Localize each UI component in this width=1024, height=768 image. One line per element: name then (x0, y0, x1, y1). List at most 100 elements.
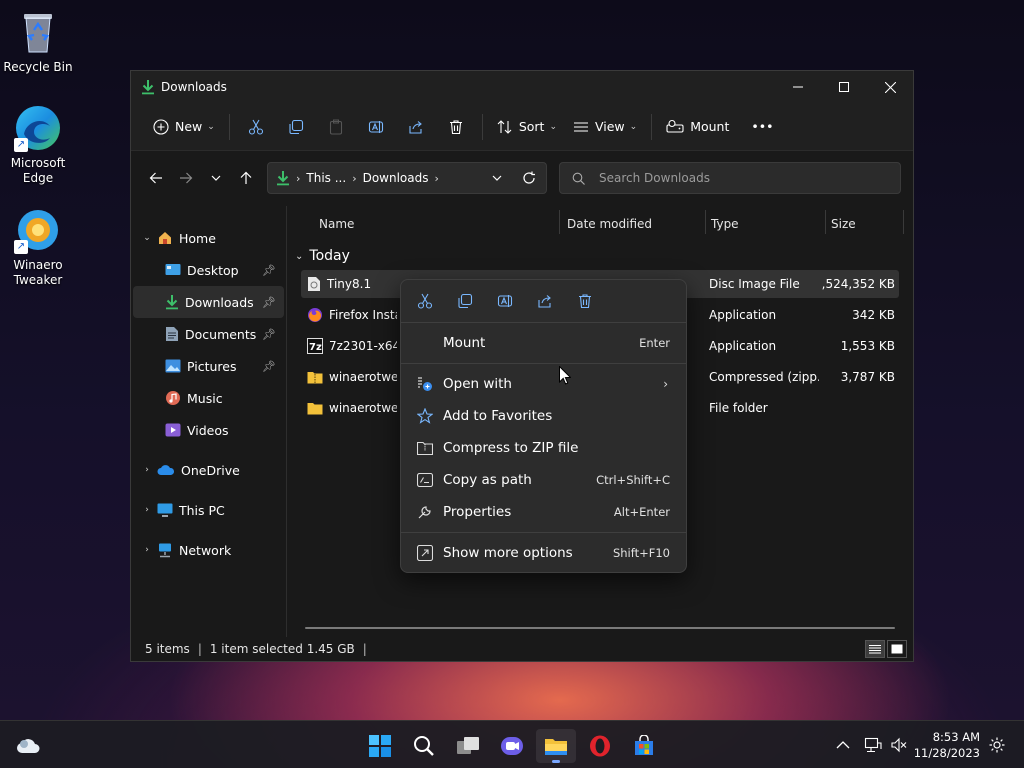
menu-item-add-to-favorites[interactable]: Add to Favorites (401, 400, 686, 432)
menu-item-label: Mount (443, 335, 486, 351)
wrench-icon (415, 504, 435, 520)
taskbar-start-button[interactable] (360, 729, 400, 763)
menu-item-show-more-options[interactable]: Show more options Shift+F10 (401, 537, 686, 569)
context-cut-button[interactable] (405, 285, 445, 317)
paste-icon (328, 119, 344, 135)
more-options-button[interactable]: ••• (743, 111, 781, 143)
share-button[interactable] (396, 111, 436, 143)
menu-item-compress-zip[interactable]: Compress to ZIP file (401, 432, 686, 464)
taskbar-clock[interactable]: 8:53 AM 11/28/2023 (914, 729, 980, 761)
tray-overflow-button[interactable] (836, 721, 850, 768)
disc-image-icon (307, 276, 321, 292)
context-copy-button[interactable] (445, 285, 485, 317)
menu-item-mount[interactable]: Mount Enter (401, 327, 686, 359)
sidebar-item-network[interactable]: › Network (133, 534, 284, 566)
sidebar-item-onedrive[interactable]: › OneDrive (133, 454, 284, 486)
context-rename-button[interactable] (485, 285, 525, 317)
back-button[interactable] (141, 163, 171, 193)
tray-notifications-button[interactable] (988, 721, 1006, 768)
sidebar-item-documents[interactable]: Documents 📌︎ (133, 318, 284, 350)
computer-icon (157, 503, 173, 518)
pin-icon[interactable]: 📌︎ (262, 328, 276, 341)
context-share-button[interactable] (525, 285, 565, 317)
menu-item-open-with[interactable]: Open with › (401, 368, 686, 400)
new-button[interactable]: New ⌄ (145, 111, 223, 143)
taskbar-widgets-button[interactable] (8, 729, 48, 763)
sidebar-item-label: Desktop (187, 262, 239, 278)
copy-icon (288, 119, 304, 135)
sidebar-item-home[interactable]: ⌄ Home (133, 222, 284, 254)
tray-volume-button[interactable] (890, 721, 908, 768)
desktop-icon-recycle-bin[interactable]: Recycle Bin (0, 8, 76, 75)
pin-icon[interactable]: 📌︎ (262, 360, 276, 373)
desktop-icon-label: Recycle Bin (3, 60, 73, 74)
minimize-button[interactable] (775, 71, 821, 103)
mount-button[interactable]: Mount (658, 111, 737, 143)
downloads-arrow-icon (276, 170, 290, 186)
sidebar-item-label: Downloads (185, 294, 254, 310)
column-header-size[interactable]: Size (831, 206, 856, 242)
tray-network-button[interactable] (864, 721, 882, 768)
taskbar-file-explorer-button[interactable] (536, 729, 576, 763)
menu-item-shortcut: Enter (639, 336, 670, 350)
breadcrumb-separator-icon: › (434, 171, 439, 185)
zip-folder-icon (307, 370, 323, 384)
forward-button[interactable] (171, 163, 201, 193)
copy-button[interactable] (276, 111, 316, 143)
sidebar-item-pictures[interactable]: Pictures 📌︎ (133, 350, 284, 382)
delete-button[interactable] (436, 111, 476, 143)
rename-button[interactable] (356, 111, 396, 143)
group-header-today[interactable]: ⌄ Today (287, 242, 913, 270)
recent-locations-button[interactable] (201, 163, 231, 193)
horizontal-scrollbar[interactable] (305, 627, 895, 629)
menu-item-properties[interactable]: Properties Alt+Enter (401, 496, 686, 528)
menu-item-copy-as-path[interactable]: Copy as path Ctrl+Shift+C (401, 464, 686, 496)
address-history-button[interactable] (482, 172, 512, 184)
taskbar-store-button[interactable] (624, 729, 664, 763)
sidebar-item-desktop[interactable]: Desktop 📌︎ (133, 254, 284, 286)
maximize-button[interactable] (821, 71, 867, 103)
menu-item-shortcut: Ctrl+Shift+C (596, 473, 670, 487)
details-view-button[interactable] (865, 640, 885, 658)
file-name: winaerotweaker (329, 401, 397, 415)
breadcrumb-separator-icon: › (352, 171, 357, 185)
view-button[interactable]: View ⌄ (565, 111, 645, 143)
context-delete-button[interactable] (565, 285, 605, 317)
pin-icon[interactable]: 📌︎ (262, 264, 276, 277)
sidebar-item-this-pc[interactable]: › This PC (133, 494, 284, 526)
desktop-icon-edge[interactable]: ↗ Microsoft Edge (0, 104, 76, 186)
pin-icon[interactable]: 📌︎ (262, 296, 276, 309)
volume-muted-icon (890, 737, 908, 753)
search-box[interactable]: Search Downloads (559, 162, 901, 194)
column-header-date[interactable]: Date modified (567, 206, 652, 242)
breadcrumb-downloads[interactable]: Downloads (363, 171, 429, 185)
taskbar-search-button[interactable] (404, 729, 444, 763)
close-button[interactable] (867, 71, 913, 103)
menu-item-shortcut: Alt+Enter (613, 505, 670, 519)
sidebar-item-music[interactable]: Music (133, 382, 284, 414)
column-header-name[interactable]: Name (319, 206, 354, 242)
taskbar-task-view-button[interactable] (448, 729, 488, 763)
chevron-right-icon: › (145, 465, 149, 475)
desktop-icon-winaero-tweaker[interactable]: ↗ Winaero Tweaker (0, 206, 76, 288)
cut-button[interactable] (236, 111, 276, 143)
refresh-button[interactable] (512, 171, 546, 185)
paste-button[interactable] (316, 111, 356, 143)
clock-time: 8:53 AM (932, 730, 980, 744)
taskbar-chat-button[interactable] (492, 729, 532, 763)
column-header-type[interactable]: Type (711, 206, 739, 242)
address-bar[interactable]: › This ... › Downloads › (267, 162, 547, 194)
up-button[interactable] (231, 163, 261, 193)
taskbar-opera-button[interactable] (580, 729, 620, 763)
sidebar-item-videos[interactable]: Videos (133, 414, 284, 446)
rename-icon (497, 293, 513, 309)
breadcrumb-this-pc[interactable]: This ... (306, 171, 346, 185)
tiles-view-button[interactable] (887, 640, 907, 658)
sidebar-item-downloads[interactable]: Downloads 📌︎ (133, 286, 284, 318)
minimize-icon (793, 82, 803, 92)
title-bar[interactable]: Downloads (131, 71, 913, 103)
sidebar-item-label: Network (179, 542, 232, 558)
sort-button[interactable]: Sort ⌄ (489, 111, 565, 143)
rename-icon (368, 119, 384, 135)
downloads-arrow-icon (141, 79, 155, 95)
